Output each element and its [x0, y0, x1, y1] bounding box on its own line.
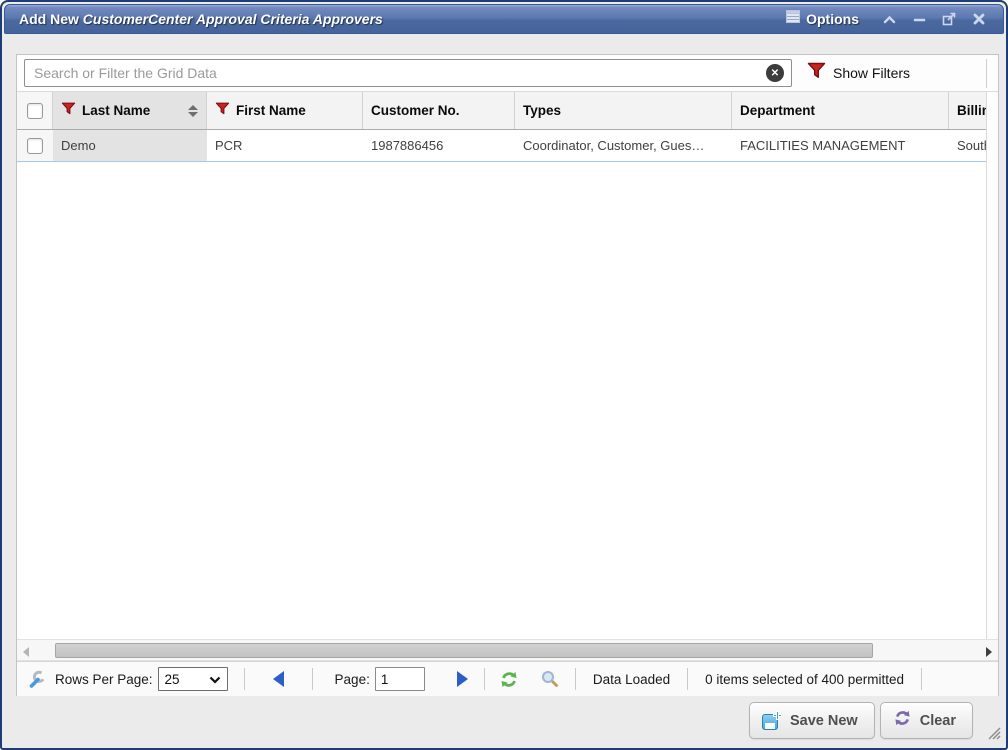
magnifier-icon[interactable] — [541, 670, 559, 688]
cell-types: Coordinator, Customer, Gues… — [515, 130, 732, 161]
column-label: Types — [523, 103, 561, 118]
scroll-left-icon[interactable] — [23, 647, 29, 657]
cell-last-name: Demo — [53, 130, 207, 161]
rows-per-page-value: 25 — [165, 672, 209, 687]
chevron-down-icon — [209, 672, 221, 687]
previous-page-button[interactable] — [273, 671, 284, 687]
options-grid-icon — [786, 10, 800, 28]
clear-refresh-icon — [893, 709, 912, 732]
options-label: Options — [806, 11, 859, 27]
page-label: Page: — [335, 672, 370, 687]
cell-customer-no: 1987886456 — [363, 130, 515, 161]
cell-first-name: PCR — [207, 130, 363, 161]
selection-count-text: 0 items selected of 400 permitted — [705, 672, 904, 687]
close-button[interactable] — [971, 12, 987, 26]
show-filters-button[interactable]: Show Filters — [807, 60, 910, 86]
grid-header: Last Name First Name Customer No. Types … — [17, 92, 987, 130]
scrollbar-thumb[interactable] — [55, 643, 873, 658]
filter-funnel-icon — [807, 62, 826, 84]
rows-per-page-select[interactable]: 25 — [158, 667, 228, 691]
popout-button[interactable] — [941, 12, 957, 26]
collapse-button[interactable] — [881, 12, 897, 26]
sort-arrows-icon[interactable] — [188, 105, 198, 117]
select-all-checkbox[interactable] — [27, 103, 43, 119]
divider — [312, 668, 313, 690]
row-checkbox[interactable] — [27, 138, 43, 154]
chevron-up-icon — [883, 15, 896, 24]
divider — [687, 668, 688, 690]
page-number-input[interactable] — [375, 667, 425, 691]
clear-search-icon[interactable]: ✕ — [766, 64, 784, 82]
column-header-types[interactable]: Types — [515, 92, 732, 129]
column-header-customer-no[interactable]: Customer No. — [363, 92, 515, 129]
action-bar: Save New Clear — [749, 702, 973, 739]
column-label: Last Name — [82, 103, 150, 118]
status-text: Data Loaded — [593, 672, 670, 687]
resize-grip[interactable] — [985, 724, 1001, 745]
column-header-department[interactable]: Department — [732, 92, 949, 129]
column-header-last-name[interactable]: Last Name — [53, 92, 207, 129]
column-label: Billing — [957, 103, 987, 118]
grid-panel: ✕ Show Filters Last Name First Name — [16, 54, 999, 696]
search-row: ✕ Show Filters — [17, 55, 998, 92]
filter-funnel-icon — [215, 102, 230, 120]
next-page-button[interactable] — [457, 671, 468, 687]
dialog-title-emphasis: CustomerCenter Approval Criteria Approve… — [83, 11, 383, 27]
save-new-label: Save New — [790, 713, 858, 729]
select-all-header-cell — [17, 92, 53, 129]
cell-department: FACILITIES MANAGEMENT — [732, 130, 949, 161]
search-input[interactable] — [24, 59, 792, 87]
dialog-title: Add New CustomerCenter Approval Criteria… — [19, 11, 383, 27]
popout-icon — [942, 12, 956, 26]
clear-button[interactable]: Clear — [880, 702, 973, 739]
show-filters-label: Show Filters — [833, 65, 910, 81]
minimize-button[interactable] — [911, 12, 927, 26]
divider — [484, 668, 485, 690]
horizontal-scrollbar[interactable] — [17, 639, 998, 661]
divider — [921, 668, 922, 690]
grid-footer: Rows Per Page: 25 Page: Data Loaded 0 it… — [17, 661, 998, 696]
options-button[interactable]: Options — [786, 10, 859, 28]
dialog-window: Add New CustomerCenter Approval Criteria… — [0, 0, 1008, 750]
titlebar: Add New CustomerCenter Approval Criteria… — [4, 4, 1004, 34]
row-checkbox-cell — [17, 130, 53, 161]
save-icon — [762, 711, 782, 731]
table-row[interactable]: Demo PCR 1987886456 Coordinator, Custome… — [17, 130, 987, 162]
close-icon — [973, 13, 985, 25]
clear-label: Clear — [920, 713, 956, 729]
save-new-button[interactable]: Save New — [749, 702, 875, 739]
rows-per-page-label: Rows Per Page: — [55, 672, 153, 687]
column-header-billing[interactable]: Billing — [949, 92, 987, 129]
divider — [244, 668, 245, 690]
cell-billing: South — [949, 130, 987, 161]
minimize-icon — [913, 15, 926, 24]
divider — [575, 668, 576, 690]
column-label: Customer No. — [371, 103, 460, 118]
refresh-icon[interactable] — [499, 670, 519, 689]
vertical-scrollbar[interactable] — [986, 92, 998, 639]
column-header-first-name[interactable]: First Name — [207, 92, 363, 129]
column-label: First Name — [236, 103, 306, 118]
column-label: Department — [740, 103, 815, 118]
divider — [986, 59, 987, 88]
filter-funnel-icon — [61, 102, 76, 120]
settings-wrench-icon[interactable] — [27, 670, 46, 689]
scroll-right-icon[interactable] — [986, 647, 992, 657]
